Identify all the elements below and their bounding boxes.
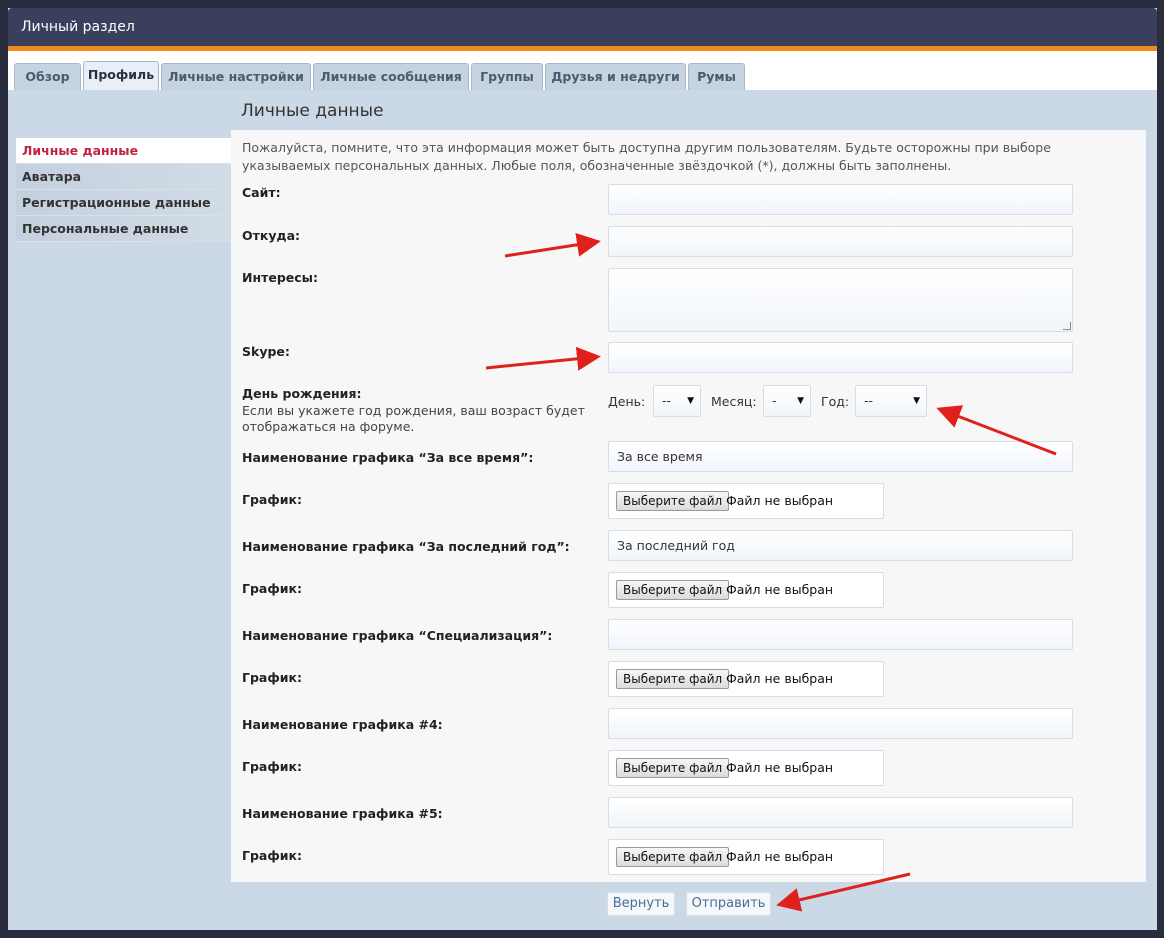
skype-label: Skype: (242, 344, 290, 359)
day-label: День: (608, 394, 646, 409)
sidebar: Личные данные Аватара Регистрационные да… (16, 138, 231, 242)
choose-file-button[interactable]: Выберите файл (616, 491, 730, 511)
tab-rooms[interactable]: Румы (688, 63, 745, 90)
chart4-file-input[interactable]: Выберите файл Файл не выбран (608, 750, 884, 786)
submit-button[interactable]: Отправить (686, 892, 771, 916)
header-bar: Личный раздел (8, 8, 1157, 46)
choose-file-button[interactable]: Выберите файл (616, 847, 730, 867)
chart2-file-input[interactable]: Выберите файл Файл не выбран (608, 572, 884, 608)
day-select[interactable]: -- ▼ (653, 385, 701, 417)
site-label: Сайт: (242, 185, 281, 200)
sidebar-item-avatar[interactable]: Аватара (16, 164, 231, 190)
chart4-name-label: Наименование графика #4: (242, 717, 443, 732)
choose-file-button[interactable]: Выберите файл (616, 758, 730, 778)
resize-grip-icon[interactable] (1063, 322, 1071, 330)
chart5-file-label: График: (242, 848, 302, 863)
year-select[interactable]: -- ▼ (855, 385, 927, 417)
page-title: Личные данные (241, 101, 384, 121)
tab-overview[interactable]: Обзор (14, 63, 81, 90)
sidebar-item-personal-data[interactable]: Личные данные (16, 138, 231, 164)
tab-friends-foes[interactable]: Друзья и недруги (545, 63, 686, 90)
file-status: Файл не выбран (726, 849, 834, 864)
profile-form: Пожалуйста, помните, что эта информация … (231, 130, 1146, 882)
tab-profile[interactable]: Профиль (83, 61, 159, 90)
chart1-file-label: График: (242, 492, 302, 507)
interests-textarea[interactable] (608, 268, 1073, 332)
file-status: Файл не выбран (726, 493, 834, 508)
file-status: Файл не выбран (726, 760, 834, 775)
window-frame: Личный раздел Обзор Профиль Личные настр… (8, 8, 1157, 930)
birthday-note: Если вы укажете год рождения, ваш возрас… (242, 403, 585, 434)
dropdown-arrow-icon: ▼ (797, 396, 804, 406)
chart3-name-label: Наименование графика “Специализация”: (242, 628, 553, 643)
file-status: Файл не выбран (726, 582, 834, 597)
chart2-name-label: Наименование графика “За последний год”: (242, 539, 570, 554)
year-select-value: -- (864, 393, 874, 408)
birthday-label: День рождения: (242, 386, 362, 401)
form-note: Пожалуйста, помните, что эта информация … (242, 140, 1051, 173)
chart3-file-input[interactable]: Выберите файл Файл не выбран (608, 661, 884, 697)
month-label: Месяц: (711, 394, 757, 409)
chart5-name-input[interactable] (608, 797, 1073, 828)
month-select[interactable]: - ▼ (763, 385, 811, 417)
site-input[interactable] (608, 184, 1073, 215)
chart5-name-label: Наименование графика #5: (242, 806, 443, 821)
chart4-file-label: График: (242, 759, 302, 774)
chart5-file-input[interactable]: Выберите файл Файл не выбран (608, 839, 884, 875)
skype-input[interactable] (608, 342, 1073, 373)
from-label: Откуда: (242, 228, 301, 243)
dropdown-arrow-icon: ▼ (913, 396, 920, 406)
month-select-value: - (772, 393, 777, 408)
from-input[interactable] (608, 226, 1073, 257)
sidebar-item-registration[interactable]: Регистрационные данные (16, 190, 231, 216)
chart4-name-input[interactable] (608, 708, 1073, 739)
reset-button[interactable]: Вернуть (607, 892, 675, 916)
tab-personal-settings[interactable]: Личные настройки (161, 63, 311, 90)
file-status: Файл не выбран (726, 671, 834, 686)
chart1-name-label: Наименование графика “За все время”: (242, 450, 534, 465)
dropdown-arrow-icon: ▼ (687, 396, 694, 406)
tab-private-messages[interactable]: Личные сообщения (313, 63, 469, 90)
chart2-name-input[interactable]: За последний год (608, 530, 1073, 561)
tab-groups[interactable]: Группы (471, 63, 543, 90)
year-label: Год: (821, 394, 850, 409)
interests-label: Интересы: (242, 270, 318, 285)
header-title: Личный раздел (21, 19, 135, 35)
chart2-file-label: График: (242, 581, 302, 596)
chart1-name-input[interactable]: За все время (608, 441, 1073, 472)
chart3-name-input[interactable] (608, 619, 1073, 650)
day-select-value: -- (662, 393, 672, 408)
chart3-file-label: График: (242, 670, 302, 685)
sidebar-item-personal-info[interactable]: Персональные данные (16, 216, 231, 242)
choose-file-button[interactable]: Выберите файл (616, 669, 730, 689)
choose-file-button[interactable]: Выберите файл (616, 580, 730, 600)
tab-bar: Обзор Профиль Личные настройки Личные со… (8, 51, 1157, 90)
chart1-file-input[interactable]: Выберите файл Файл не выбран (608, 483, 884, 519)
